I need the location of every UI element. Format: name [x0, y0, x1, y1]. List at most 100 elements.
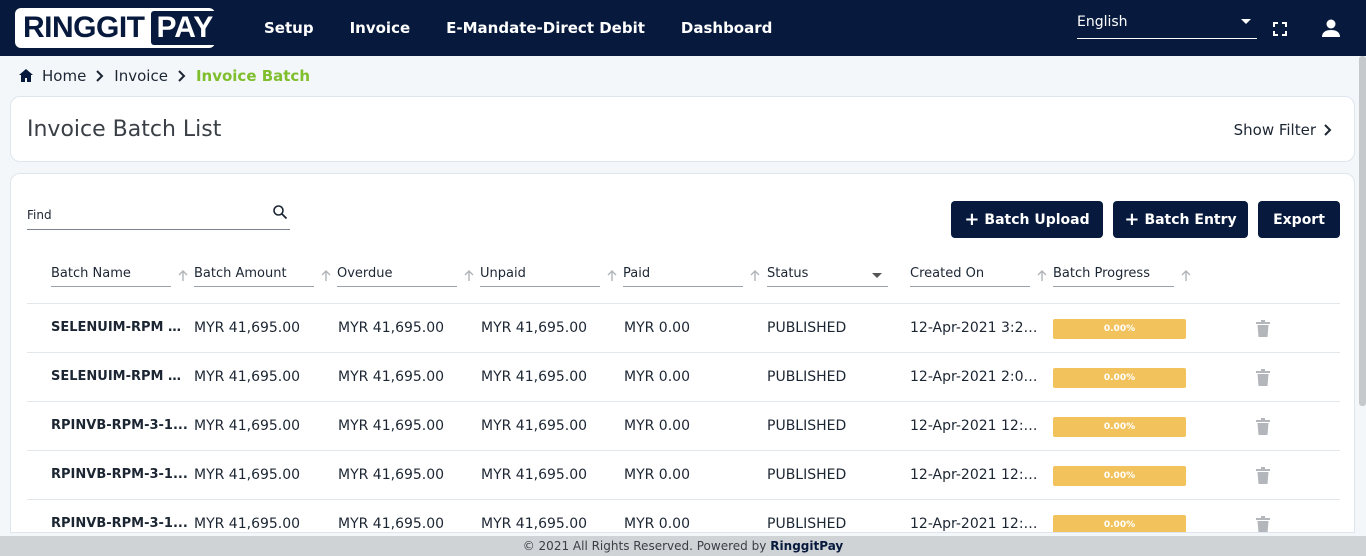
footer-brand: RinggitPay — [770, 539, 844, 553]
status-cell: PUBLISHED — [767, 516, 847, 532]
user-icon[interactable] — [1321, 18, 1341, 38]
column-header-paid: Paid — [623, 266, 743, 288]
column-header-status[interactable]: Status — [767, 266, 888, 288]
logo-main-text: RINGGIT — [23, 11, 145, 44]
batch-progress-bar: 0.00% — [1053, 466, 1186, 486]
sort-arrow-icon[interactable] — [607, 270, 617, 282]
trash-icon[interactable] — [1255, 319, 1271, 338]
trash-icon[interactable] — [1255, 515, 1271, 533]
breadcrumb-home[interactable]: Home — [42, 67, 86, 85]
paid-cell: MYR 0.00 — [624, 418, 690, 434]
created-on-cell: 12-Apr-2021 3:21:... — [910, 320, 1042, 336]
export-button[interactable]: Export — [1258, 201, 1340, 238]
column-label: Status — [767, 266, 888, 287]
show-filter-button[interactable]: Show Filter — [1234, 121, 1332, 139]
nav-item-e-mandate[interactable]: E-Mandate-Direct Debit — [446, 19, 645, 37]
trash-icon[interactable] — [1255, 466, 1271, 485]
trash-icon[interactable] — [1255, 368, 1271, 387]
footer-copyright: © 2021 All Rights Reserved. Powered by — [522, 539, 767, 553]
batch-entry-label: Batch Entry — [1144, 211, 1237, 228]
home-icon[interactable] — [18, 68, 34, 84]
table-row[interactable]: RPINVB-RPM-3-1... MYR 41,695.00 MYR 41,6… — [27, 500, 1340, 533]
overdue-cell: MYR 41,695.00 — [338, 369, 445, 385]
batch-upload-label: Batch Upload — [984, 211, 1090, 228]
column-header-unpaid: Unpaid — [480, 266, 600, 288]
batch-name-cell[interactable]: RPINVB-RPM-3-1... — [51, 418, 188, 433]
unpaid-cell: MYR 41,695.00 — [481, 516, 588, 532]
sort-arrow-icon[interactable] — [464, 270, 474, 282]
dropdown-caret-icon — [872, 273, 882, 278]
batch-upload-button[interactable]: + Batch Upload — [951, 201, 1103, 238]
dropdown-caret-icon — [1241, 19, 1251, 24]
sort-arrow-icon[interactable] — [750, 270, 760, 282]
sort-arrow-icon[interactable] — [321, 270, 331, 282]
column-label[interactable]: Paid — [623, 266, 743, 287]
overdue-cell: MYR 41,695.00 — [338, 320, 445, 336]
language-selected-value: English — [1077, 14, 1128, 30]
batch-progress-bar: 0.00% — [1053, 368, 1186, 388]
status-cell: PUBLISHED — [767, 418, 847, 434]
batch-name-cell[interactable]: RPINVB-RPM-3-1... — [51, 516, 188, 531]
overdue-cell: MYR 41,695.00 — [338, 467, 445, 483]
chevron-right-icon — [96, 70, 104, 82]
column-label[interactable]: Unpaid — [480, 266, 600, 287]
column-header-batch-progress: Batch Progress — [1053, 266, 1174, 288]
column-label[interactable]: Overdue — [337, 266, 457, 287]
table-row[interactable]: SELENUIM-RPM 17... MYR 41,695.00 MYR 41,… — [27, 304, 1340, 353]
show-filter-label: Show Filter — [1233, 121, 1316, 139]
column-label[interactable]: Batch Amount — [194, 266, 314, 287]
unpaid-cell: MYR 41,695.00 — [481, 418, 588, 434]
column-label[interactable]: Batch Name — [51, 266, 171, 287]
main-nav: Setup Invoice E-Mandate-Direct Debit Das… — [264, 0, 808, 56]
sort-arrow-icon[interactable] — [1181, 270, 1191, 282]
status-cell: PUBLISHED — [767, 369, 847, 385]
created-on-cell: 12-Apr-2021 12:14... — [910, 418, 1042, 434]
sort-arrow-icon[interactable] — [1037, 270, 1047, 282]
column-label[interactable]: Created On — [910, 266, 1030, 287]
unpaid-cell: MYR 41,695.00 — [481, 369, 588, 385]
breadcrumb-invoice[interactable]: Invoice — [114, 67, 168, 85]
breadcrumb-current: Invoice Batch — [195, 67, 311, 85]
ringgitpay-logo[interactable]: RINGGIT PAY — [15, 8, 220, 48]
batch-progress-bar: 0.00% — [1053, 515, 1186, 532]
sort-arrow-icon[interactable] — [178, 270, 188, 282]
plus-icon: + — [964, 208, 980, 230]
search-input[interactable] — [27, 208, 257, 222]
page-scrollbar[interactable] — [1359, 56, 1366, 406]
created-on-cell: 12-Apr-2021 12:12... — [910, 467, 1042, 483]
logo-accent-text: PAY — [150, 11, 220, 45]
table-row[interactable]: RPINVB-RPM-3-1... MYR 41,695.00 MYR 41,6… — [27, 402, 1340, 451]
top-navbar: RINGGIT PAY Setup Invoice E-Mandate-Dire… — [0, 0, 1366, 56]
created-on-cell: 12-Apr-2021 2:00... — [910, 369, 1042, 385]
batch-name-cell[interactable]: SELENUIM-RPM 17... — [51, 320, 188, 335]
batch-entry-button[interactable]: + Batch Entry — [1113, 201, 1248, 238]
paid-cell: MYR 0.00 — [624, 516, 690, 532]
footer: © 2021 All Rights Reserved. Powered by R… — [0, 536, 1366, 556]
status-cell: PUBLISHED — [767, 320, 847, 336]
batch-name-cell[interactable]: SELENUIM-RPM 3... — [51, 369, 188, 384]
language-select[interactable]: English — [1077, 14, 1257, 39]
overdue-cell: MYR 41,695.00 — [338, 516, 445, 532]
batch-amount-cell: MYR 41,695.00 — [194, 320, 301, 336]
batch-amount-cell: MYR 41,695.00 — [194, 418, 301, 434]
search-field — [27, 202, 290, 230]
table-row[interactable]: SELENUIM-RPM 3... MYR 41,695.00 MYR 41,6… — [27, 353, 1340, 402]
column-header-batch-amount: Batch Amount — [194, 266, 314, 288]
nav-item-invoice[interactable]: Invoice — [350, 19, 411, 37]
column-label[interactable]: Batch Progress — [1053, 266, 1174, 287]
overdue-cell: MYR 41,695.00 — [338, 418, 445, 434]
batch-list-card: + Batch Upload + Batch Entry Export Batc… — [10, 173, 1355, 533]
breadcrumb: Home Invoice Invoice Batch — [18, 66, 310, 86]
nav-item-setup[interactable]: Setup — [264, 19, 314, 37]
plus-icon: + — [1124, 208, 1140, 230]
unpaid-cell: MYR 41,695.00 — [481, 467, 588, 483]
search-icon[interactable] — [272, 204, 288, 220]
batch-amount-cell: MYR 41,695.00 — [194, 467, 301, 483]
batch-name-cell[interactable]: RPINVB-RPM-3-1... — [51, 467, 188, 482]
table-row[interactable]: RPINVB-RPM-3-1... MYR 41,695.00 MYR 41,6… — [27, 451, 1340, 500]
batch-progress-bar: 0.00% — [1053, 319, 1186, 339]
nav-item-dashboard[interactable]: Dashboard — [681, 19, 772, 37]
fullscreen-icon[interactable] — [1273, 22, 1287, 36]
paid-cell: MYR 0.00 — [624, 369, 690, 385]
trash-icon[interactable] — [1255, 417, 1271, 436]
